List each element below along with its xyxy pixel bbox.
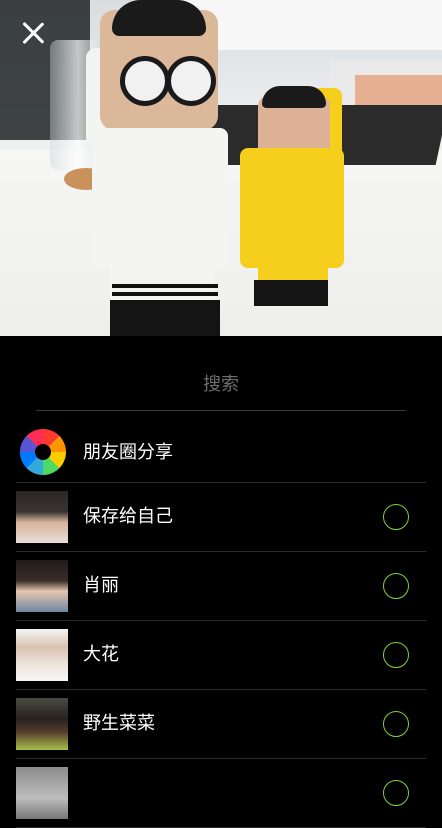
avatar [16, 698, 68, 750]
moments-share-item[interactable]: 朋友圈分享 [16, 420, 426, 483]
figure2-hair [262, 86, 326, 108]
figure2-legs [258, 240, 328, 284]
preview-photo [0, 0, 442, 336]
contact-row[interactable]: 保存给自己 [16, 483, 426, 552]
figure1-body [92, 128, 228, 268]
figure1-left-glass [120, 56, 170, 106]
contact-row[interactable]: 野生菜菜 [16, 690, 426, 759]
close-icon[interactable] [18, 18, 48, 48]
select-circle-icon[interactable] [383, 504, 409, 530]
avatar [16, 629, 68, 681]
select-circle-icon[interactable] [383, 780, 409, 806]
figure1-hair [112, 0, 206, 36]
figure2-shoes [254, 280, 328, 306]
share-list: 朋友圈分享 保存给自己 肖丽 大花 野生菜菜 [16, 420, 426, 828]
search-input[interactable]: 搜索 [36, 366, 406, 411]
photo-net-bag [355, 75, 442, 105]
contact-row[interactable]: 肖丽 [16, 552, 426, 621]
avatar [16, 491, 68, 543]
moments-icon [20, 429, 66, 475]
contact-name: 肖丽 [83, 575, 119, 596]
contact-row[interactable] [16, 759, 426, 828]
figure1-shoes [110, 300, 220, 336]
select-circle-icon[interactable] [383, 573, 409, 599]
avatar [16, 767, 68, 819]
contact-name: 野生菜菜 [83, 713, 155, 734]
contact-row[interactable]: 大花 [16, 621, 426, 690]
search-placeholder: 搜索 [203, 374, 239, 395]
contact-name: 保存给自己 [83, 506, 173, 527]
select-circle-icon[interactable] [383, 642, 409, 668]
select-circle-icon[interactable] [383, 711, 409, 737]
avatar [16, 560, 68, 612]
contact-name: 大花 [83, 644, 119, 665]
figure1-stripe [112, 284, 218, 288]
figure1-stripe [112, 292, 218, 296]
figure1-right-glass [166, 56, 216, 106]
moments-share-label: 朋友圈分享 [83, 442, 173, 463]
